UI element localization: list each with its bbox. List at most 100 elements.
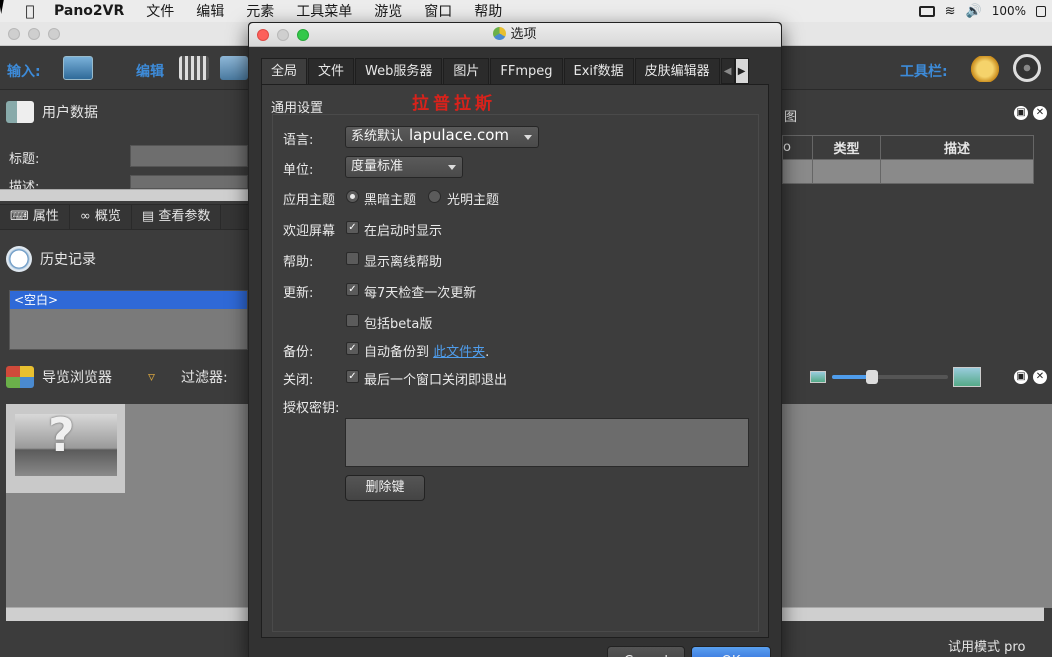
theme-light-label[interactable]: 光明主题: [447, 189, 499, 208]
welcome-checkbox[interactable]: ✓: [346, 221, 359, 234]
welcome-checkbox-label[interactable]: 在启动时显示: [364, 220, 442, 239]
dialog-minimize-button[interactable]: [277, 29, 289, 41]
main-minimize-button[interactable]: [28, 28, 40, 40]
license-key-textarea[interactable]: [345, 418, 749, 467]
input-label: 输入:: [7, 64, 41, 80]
edit-label: 编辑: [136, 64, 164, 80]
dialog-tabs: 全局 文件 Web服务器 图片 FFmpeg Exif数据 皮肤编辑器 ◀ ▶: [261, 58, 769, 84]
quit-on-close-checkbox[interactable]: ✓: [346, 370, 359, 383]
quit-on-close-label[interactable]: 最后一个窗口关闭即退出: [364, 369, 507, 388]
language-label: 语言:: [283, 133, 314, 148]
tools-label: 工具栏:: [900, 64, 948, 80]
tab-properties[interactable]: ⌨ 属性: [0, 205, 70, 229]
theme-dark-label[interactable]: 黑暗主题: [364, 189, 416, 208]
display-icon[interactable]: [918, 5, 935, 17]
large-image-icon[interactable]: [953, 367, 981, 387]
tab-scroll-left-icon[interactable]: ◀: [720, 58, 735, 84]
battery-icon[interactable]: [1036, 5, 1046, 17]
tab-skin-editor[interactable]: 皮肤编辑器: [634, 58, 720, 84]
watermark-url: lapulace.com: [409, 126, 510, 144]
tab-overview[interactable]: ∞ 概览: [70, 205, 132, 229]
tab-scroll-right-icon[interactable]: ▶: [734, 58, 749, 84]
main-close-button[interactable]: [8, 28, 20, 40]
clock-icon: [6, 246, 32, 272]
menu-help[interactable]: 帮助: [474, 1, 502, 21]
table-row[interactable]: [782, 159, 1034, 184]
zoom-slider[interactable]: [832, 370, 948, 384]
theme-light-radio[interactable]: [428, 190, 441, 203]
right-browser-area[interactable]: [782, 404, 1052, 608]
theme-label: 应用主题: [283, 193, 336, 208]
small-image-icon[interactable]: [810, 371, 826, 383]
history-item-empty[interactable]: <空白>: [10, 291, 247, 309]
app-menu[interactable]: Pano2VR: [54, 3, 124, 19]
right-scrollbar[interactable]: [782, 607, 1044, 621]
viewer-icon[interactable]: [220, 56, 248, 80]
menu-tour[interactable]: 游览: [374, 1, 402, 21]
apple-menu-icon[interactable]: : [20, 2, 40, 20]
film-reel-icon[interactable]: [1013, 54, 1041, 82]
table-cell: [812, 159, 881, 184]
history-list[interactable]: <空白>: [9, 290, 248, 350]
wifi-icon[interactable]: ≋: [945, 4, 956, 19]
history-title: 历史记录: [40, 252, 96, 268]
close-label: 关闭:: [283, 373, 314, 388]
delete-key-button[interactable]: 删除键: [345, 475, 425, 501]
menu-window[interactable]: 窗口: [424, 1, 452, 21]
tab-webserver[interactable]: Web服务器: [355, 58, 443, 84]
tab-exif[interactable]: Exif数据: [563, 58, 634, 84]
offline-help-checkbox[interactable]: [346, 252, 359, 265]
tab-global[interactable]: 全局: [261, 58, 308, 84]
units-select[interactable]: 度量标准: [345, 156, 463, 178]
backup-label: 备份:: [283, 345, 314, 360]
units-value: 度量标准: [351, 159, 404, 174]
close-panel-icon[interactable]: ✕: [1033, 106, 1047, 120]
tab-ffmpeg[interactable]: FFmpeg: [490, 58, 563, 84]
user-data-scrollbar[interactable]: [0, 189, 248, 201]
offline-help-label[interactable]: 显示离线帮助: [364, 251, 442, 270]
sliders-icon[interactable]: [179, 56, 209, 80]
backup-folder-link[interactable]: 此文件夹: [433, 345, 485, 360]
description-field[interactable]: [130, 175, 248, 189]
tab-file[interactable]: 文件: [308, 58, 355, 84]
dialog-close-button[interactable]: [257, 29, 269, 41]
tab-view-params[interactable]: ▤ 查看参数: [132, 205, 222, 229]
panorama-thumbnail[interactable]: ?: [6, 404, 125, 493]
float-panel-icon[interactable]: ▣: [1014, 106, 1028, 120]
browser-title: 导览浏览器: [42, 370, 112, 386]
add-panorama-icon[interactable]: [63, 56, 93, 80]
update-checkbox[interactable]: ✓: [346, 283, 359, 296]
history-header: 历史记录: [0, 239, 248, 279]
float-browser-icon[interactable]: ▣: [1014, 370, 1028, 384]
backup-checkbox[interactable]: ✓: [346, 342, 359, 355]
browser-header: 导览浏览器 ▿ 过滤器:: [0, 357, 248, 397]
question-mark-icon: ?: [48, 408, 75, 462]
cancel-button[interactable]: Cancel: [607, 646, 685, 657]
language-value: 系统默认: [351, 129, 404, 144]
volume-icon[interactable]: 🔊: [966, 4, 982, 19]
star-tool-icon[interactable]: [970, 56, 1000, 82]
close-browser-icon[interactable]: ✕: [1033, 370, 1047, 384]
beta-checkbox[interactable]: [346, 314, 359, 327]
elements-table: o 类型 描述: [782, 135, 1034, 184]
tour-browser-icon: [6, 366, 34, 388]
menu-edit[interactable]: 编辑: [196, 1, 224, 21]
col-fragment[interactable]: o: [782, 135, 813, 160]
update-checkbox-label[interactable]: 每7天检查一次更新: [364, 282, 476, 301]
ok-button[interactable]: OK: [691, 646, 771, 657]
title-field[interactable]: [130, 145, 248, 167]
menu-file[interactable]: 文件: [146, 1, 174, 21]
browser-scrollbar[interactable]: [6, 607, 248, 621]
theme-dark-radio[interactable]: [346, 190, 359, 203]
menu-elements[interactable]: 元素: [246, 1, 274, 21]
tab-images[interactable]: 图片: [443, 58, 490, 84]
zoom-slider-handle[interactable]: [866, 370, 878, 384]
dialog-zoom-button[interactable]: [297, 29, 309, 41]
menu-tools[interactable]: 工具菜单: [296, 1, 352, 21]
stamp-icon[interactable]: ▿: [148, 369, 155, 385]
col-description[interactable]: 描述: [880, 135, 1034, 160]
backup-checkbox-label[interactable]: 自动备份到 此文件夹.: [364, 341, 489, 360]
main-zoom-button[interactable]: [48, 28, 60, 40]
col-type[interactable]: 类型: [812, 135, 881, 160]
beta-checkbox-label[interactable]: 包括beta版: [364, 313, 432, 332]
